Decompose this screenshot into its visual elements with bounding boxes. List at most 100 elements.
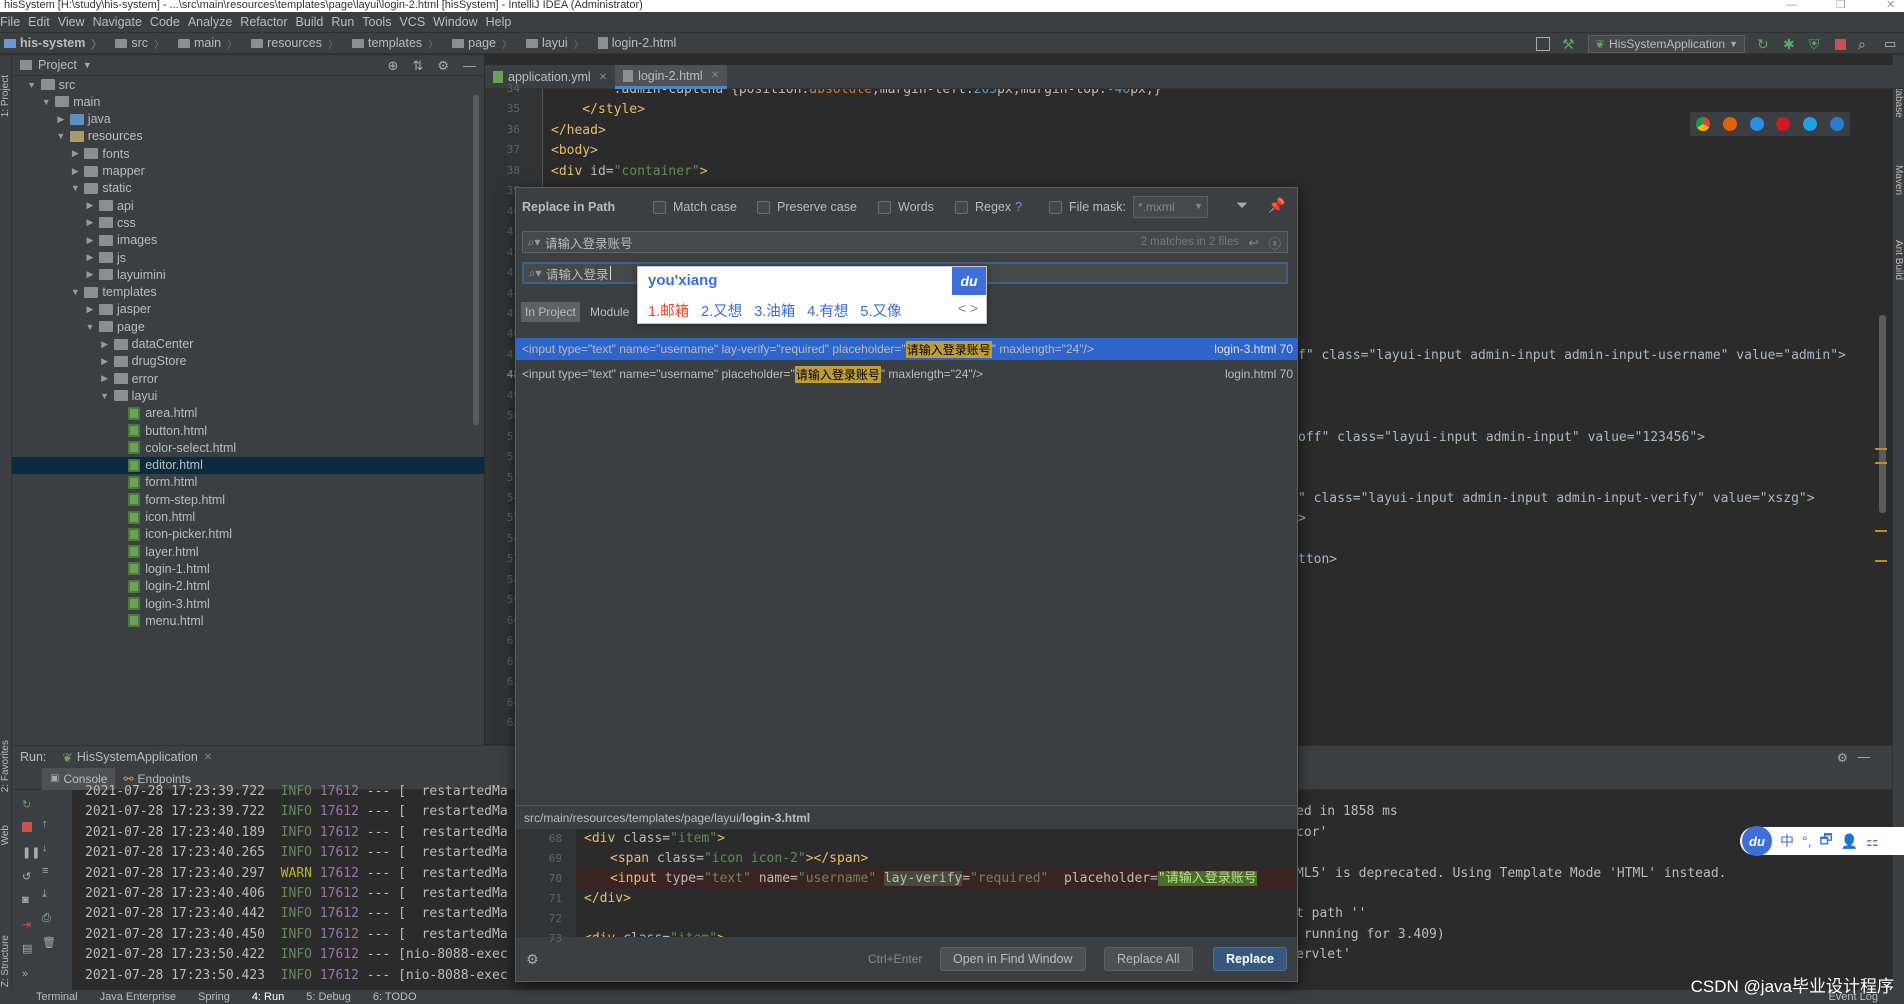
file-mask-checkbox[interactable] [1049,200,1062,214]
gear-icon[interactable]: ⚙ [437,58,449,74]
words-option[interactable]: Words [878,200,934,214]
chevron-right-icon[interactable]: ▶ [70,148,80,159]
menu-vcs[interactable]: VCS [399,15,431,29]
up-arrow-icon[interactable]: ↑ [42,818,56,830]
tool-window-web[interactable]: Web [0,825,12,845]
menu-edit[interactable]: Edit [28,15,56,29]
ime-menu-icon[interactable]: ⚏ [1866,833,1879,850]
camera-icon[interactable]: ◙ [22,894,36,906]
debug-icon[interactable]: ✱ [1783,37,1797,51]
tree-node[interactable]: editor.html [12,456,484,474]
safari-icon[interactable] [1749,117,1764,131]
error-stripe-marker[interactable] [1875,530,1887,532]
ime-candidate[interactable]: 4.有想 [807,300,848,321]
ime-candidate[interactable]: 1.邮箱 [648,300,689,321]
ime-candidate[interactable]: 2.又想 [701,300,742,321]
project-scrollbar[interactable] [473,95,479,425]
tree-node[interactable]: ▶ dataCenter [12,336,484,353]
tool-window-tab[interactable]: 5: Debug [306,991,351,1003]
chevron-right-icon[interactable]: ▶ [85,252,95,263]
match-case-option[interactable]: Match case [653,200,737,214]
rerun-icon[interactable]: ↻ [22,798,36,811]
error-stripe-marker[interactable] [1875,560,1887,562]
tree-node[interactable]: ▶ drugStore [12,353,484,370]
chevron-right-icon[interactable]: ▶ [56,114,66,125]
rerun-icon[interactable]: ↻ [1757,37,1771,51]
close-tab-icon[interactable]: ✕ [599,72,607,83]
chevron-right-icon[interactable]: ▶ [100,339,110,350]
tree-node[interactable]: layer.html [12,543,484,560]
hide-icon[interactable]: — [463,58,476,74]
breadcrumb-item[interactable]: main 〉 [172,36,237,51]
build-hammer-icon[interactable]: ⚒ [1562,37,1576,51]
tree-node[interactable]: login-3.html [12,595,484,612]
tree-node[interactable]: ▶ js [12,249,484,266]
chevron-right-icon[interactable]: ▶ [85,269,95,280]
vcs-icon[interactable]: ▭ [1884,37,1898,51]
menu-window[interactable]: Window [433,15,483,29]
chevron-down-icon[interactable]: ▼ [27,80,37,90]
close-tab-icon[interactable]: ✕ [711,70,719,81]
gear-icon[interactable]: ⚙ [1837,750,1848,765]
chevron-down-icon[interactable]: ▼ [85,322,95,332]
chevron-down-icon[interactable]: ▼ [100,391,110,401]
tree-node[interactable]: ▼ layui [12,387,484,404]
regex-checkbox[interactable] [955,200,968,214]
chevron-down-icon[interactable]: ▼ [41,97,51,107]
chevron-right-icon[interactable]: ▶ [85,235,95,246]
chevron-down-icon[interactable]: ▼ [70,287,80,297]
tree-node[interactable]: ▶ api [12,197,484,214]
editor-scrollbar[interactable] [1879,315,1886,513]
chevron-down-icon[interactable]: ▼ [83,60,92,70]
editor-tab[interactable]: application.yml ✕ [485,65,615,89]
scroll-to-end-icon[interactable]: ⤓ [42,888,56,900]
tree-node[interactable]: ▶ fonts [12,145,484,162]
layout-icon[interactable]: ▤ [22,942,36,955]
error-stripe-marker[interactable] [1875,448,1887,450]
edge-icon[interactable] [1829,117,1844,131]
error-stripe-marker[interactable] [1875,462,1887,464]
ie-icon[interactable] [1802,117,1817,131]
replace-all-button[interactable]: Replace All [1104,947,1193,971]
preserve-case-checkbox[interactable] [757,200,770,214]
tree-node[interactable]: form.html [12,474,484,491]
tree-node[interactable]: menu.html [12,612,484,629]
tool-window-tab[interactable]: 4: Run [252,991,284,1003]
menu-build[interactable]: Build [296,15,330,29]
tree-node[interactable]: ▶ error [12,370,484,387]
breadcrumb-item[interactable]: page 〉 [446,36,512,51]
file-mask-option[interactable]: File mask: [1049,200,1126,214]
pin-icon[interactable]: 📌 [1268,197,1285,214]
preview-code[interactable]: <div class="item"> <span class="icon ico… [576,829,1297,937]
tree-node[interactable]: ▶ css [12,214,484,231]
menu-code[interactable]: Code [150,15,186,29]
run-config-tab[interactable]: HisSystemApplication [77,750,198,764]
menu-analyze[interactable]: Analyze [188,15,238,29]
soft-wrap-icon[interactable]: ≡ [42,865,56,877]
chevron-right-icon[interactable]: ▶ [100,356,110,367]
chevron-right-icon[interactable]: ▶ [85,304,95,315]
stop-icon[interactable] [22,822,32,832]
stop-icon[interactable] [1835,38,1846,50]
menu-navigate[interactable]: Navigate [93,15,148,29]
search-history-icon[interactable]: ⌕▾ [523,235,545,250]
ime-user-icon[interactable]: 👤 [1841,833,1858,850]
breadcrumb-item[interactable]: resources 〉 [245,36,338,51]
opera-icon[interactable] [1776,117,1791,131]
chrome-icon[interactable] [1696,117,1711,131]
gear-icon[interactable]: ⚙ [526,951,539,968]
pause-icon[interactable]: ❚❚ [22,846,40,859]
replace-button[interactable]: Replace [1213,947,1287,971]
result-row[interactable]: <input type="text" name="username" lay-v… [516,338,1297,360]
exit-icon[interactable]: ⇥ [22,918,36,931]
clear-icon[interactable]: ⓧ [1268,233,1281,252]
scope-module[interactable]: Module [586,302,633,322]
tree-node[interactable]: ▶ jasper [12,301,484,318]
ime-punctuation-icon[interactable]: °, [1802,833,1812,849]
project-structure-icon[interactable] [1535,37,1550,51]
tree-node[interactable]: ▶ java [12,111,484,128]
scope-in-project[interactable]: In Project [521,302,580,322]
chevron-right-icon[interactable]: ▶ [70,166,80,177]
tree-node[interactable]: login-2.html [12,578,484,595]
menu-help[interactable]: Help [486,15,518,29]
